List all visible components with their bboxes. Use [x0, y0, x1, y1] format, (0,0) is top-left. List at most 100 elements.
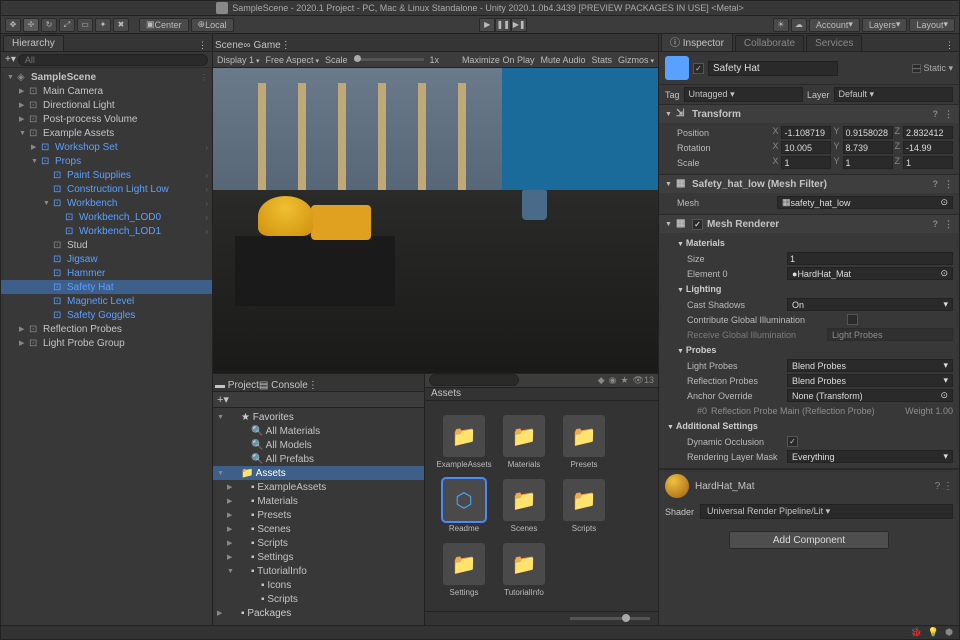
hierarchy-item[interactable]: Magnetic Level: [1, 294, 212, 308]
project-tree-item[interactable]: ▶▪ ExampleAssets: [213, 480, 424, 494]
help-icon[interactable]: ?: [933, 109, 939, 120]
gameobject-name-input[interactable]: [708, 61, 838, 76]
bug-icon[interactable]: 🐞: [911, 627, 922, 638]
tab-game[interactable]: ∞Game: [243, 40, 280, 51]
gameobject-icon[interactable]: [665, 56, 689, 80]
search-filter-icon[interactable]: ◆: [598, 375, 605, 386]
rotate-tool-icon[interactable]: ↻: [41, 18, 57, 32]
asset-item[interactable]: 📁Scenes: [499, 479, 549, 533]
rect-tool-icon[interactable]: ▭: [77, 18, 93, 32]
hierarchy-item[interactable]: Workbench_LOD0›: [1, 210, 212, 224]
hierarchy-item[interactable]: Example Assets: [1, 126, 212, 140]
hierarchy-item[interactable]: Workshop Set›: [1, 140, 212, 154]
rotation-x-input[interactable]: [781, 141, 831, 154]
tab-project[interactable]: ▬ Project: [215, 380, 259, 391]
panel-menu-icon[interactable]: ⋮: [281, 40, 291, 51]
menu-icon[interactable]: ⋮: [944, 179, 953, 190]
display-dropdown[interactable]: Display 1: [217, 55, 259, 65]
hierarchy-item[interactable]: Props: [1, 154, 212, 168]
project-tree-item[interactable]: ▶▪ Scripts: [213, 536, 424, 550]
project-tree-item[interactable]: ▪ Icons: [213, 578, 424, 592]
probes-foldout[interactable]: Probes: [677, 342, 953, 358]
project-tree-item[interactable]: 🔍 All Materials: [213, 424, 424, 438]
hierarchy-item[interactable]: Safety Goggles: [1, 308, 212, 322]
foldout-icon[interactable]: ▼: [665, 111, 672, 118]
active-checkbox[interactable]: ✓: [693, 63, 704, 74]
scene-root[interactable]: SampleScene⋮: [1, 70, 212, 84]
aspect-dropdown[interactable]: Free Aspect: [265, 55, 319, 65]
materials-size-input[interactable]: [787, 252, 953, 265]
mesh-object-field[interactable]: ▦ safety_hat_low⊙: [777, 196, 953, 209]
hierarchy-item[interactable]: Light Probe Group: [1, 336, 212, 350]
lighting-foldout[interactable]: Lighting: [677, 281, 953, 297]
tab-services[interactable]: Services: [806, 35, 862, 51]
mute-toggle[interactable]: Mute Audio: [540, 55, 585, 65]
anchor-override-field[interactable]: None (Transform)⊙: [787, 389, 953, 402]
hierarchy-item[interactable]: Reflection Probes: [1, 322, 212, 336]
favorite-icon[interactable]: ★: [620, 375, 628, 386]
panel-menu-icon[interactable]: ⋮: [942, 40, 957, 51]
component-enabled-checkbox[interactable]: ✓: [692, 219, 703, 230]
hierarchy-item[interactable]: Workbench›: [1, 196, 212, 210]
stats-toggle[interactable]: Stats: [592, 55, 613, 65]
tab-scene[interactable]: Scene: [215, 40, 243, 51]
hierarchy-item[interactable]: Construction Light Low›: [1, 182, 212, 196]
asset-item[interactable]: 📁Settings: [439, 543, 489, 597]
material-preview-icon[interactable]: [665, 474, 689, 498]
hierarchy-item[interactable]: Workbench_LOD1›: [1, 224, 212, 238]
asset-item[interactable]: 📁Scripts: [559, 479, 609, 533]
cloud-icon[interactable]: ☁: [791, 18, 807, 32]
custom-tool-icon[interactable]: ✖: [113, 18, 129, 32]
panel-menu-icon[interactable]: ⋮: [195, 40, 210, 51]
rotation-z-input[interactable]: [903, 141, 953, 154]
shader-dropdown[interactable]: Universal Render Pipeline/Lit ▾: [700, 504, 953, 519]
tab-hierarchy[interactable]: Hierarchy: [3, 35, 64, 51]
breadcrumb[interactable]: Assets: [425, 388, 658, 402]
dynamic-occlusion-checkbox[interactable]: ✓: [787, 436, 798, 447]
menu-icon[interactable]: ⋮: [944, 219, 953, 230]
panel-menu-icon[interactable]: ⋮: [308, 380, 318, 391]
asset-item[interactable]: 📁Presets: [559, 415, 609, 469]
hierarchy-item[interactable]: Directional Light: [1, 98, 212, 112]
play-button[interactable]: ▶: [479, 18, 495, 32]
hierarchy-item[interactable]: Hammer: [1, 266, 212, 280]
layer-dropdown[interactable]: Default ▾: [834, 87, 953, 102]
layers-dropdown[interactable]: Layers ▾: [862, 18, 908, 32]
additional-foldout[interactable]: Additional Settings: [667, 418, 953, 434]
scale-y-input[interactable]: [843, 156, 893, 169]
static-dropdown[interactable]: — Static ▾: [912, 63, 953, 74]
project-search-input[interactable]: [429, 374, 519, 386]
add-icon[interactable]: +▾: [5, 54, 16, 65]
help-icon[interactable]: ?: [935, 481, 941, 492]
foldout-icon[interactable]: ▼: [665, 221, 672, 228]
cache-icon[interactable]: ⬢: [945, 627, 953, 638]
account-dropdown[interactable]: Account ▾: [809, 18, 860, 32]
hand-tool-icon[interactable]: ✥: [5, 18, 21, 32]
project-tree-item[interactable]: ▼📁 Assets: [213, 466, 424, 480]
scale-x-input[interactable]: [781, 156, 831, 169]
tab-collaborate[interactable]: Collaborate: [735, 35, 804, 51]
light-probes-dropdown[interactable]: Blend Probes▾: [787, 359, 953, 372]
layout-dropdown[interactable]: Layout ▾: [909, 18, 955, 32]
position-z-input[interactable]: [903, 126, 953, 139]
project-tree-item[interactable]: ▶▪ Packages: [213, 606, 424, 620]
hierarchy-item[interactable]: Main Camera: [1, 84, 212, 98]
material-slot-field[interactable]: ● HardHat_Mat⊙: [787, 267, 953, 280]
gizmos-dropdown[interactable]: Gizmos: [618, 55, 654, 65]
position-x-input[interactable]: [781, 126, 831, 139]
asset-item[interactable]: 📁Materials: [499, 415, 549, 469]
project-tree-item[interactable]: ▶▪ Settings: [213, 550, 424, 564]
project-tree-item[interactable]: ▶▪ Scenes: [213, 522, 424, 536]
maximize-toggle[interactable]: Maximize On Play: [462, 55, 535, 65]
tab-inspector[interactable]: ⓘ Inspector: [661, 34, 733, 51]
position-y-input[interactable]: [843, 126, 893, 139]
add-component-button[interactable]: Add Component: [729, 531, 889, 549]
hierarchy-item[interactable]: Paint Supplies›: [1, 168, 212, 182]
asset-item[interactable]: ⬡Readme: [439, 479, 489, 533]
scale-tool-icon[interactable]: ⤢: [59, 18, 75, 32]
scale-slider[interactable]: [354, 58, 424, 61]
foldout-icon[interactable]: ▼: [665, 181, 672, 188]
hierarchy-search-input[interactable]: [18, 54, 208, 66]
cast-shadows-dropdown[interactable]: On▾: [787, 298, 953, 311]
game-view[interactable]: [213, 68, 658, 373]
